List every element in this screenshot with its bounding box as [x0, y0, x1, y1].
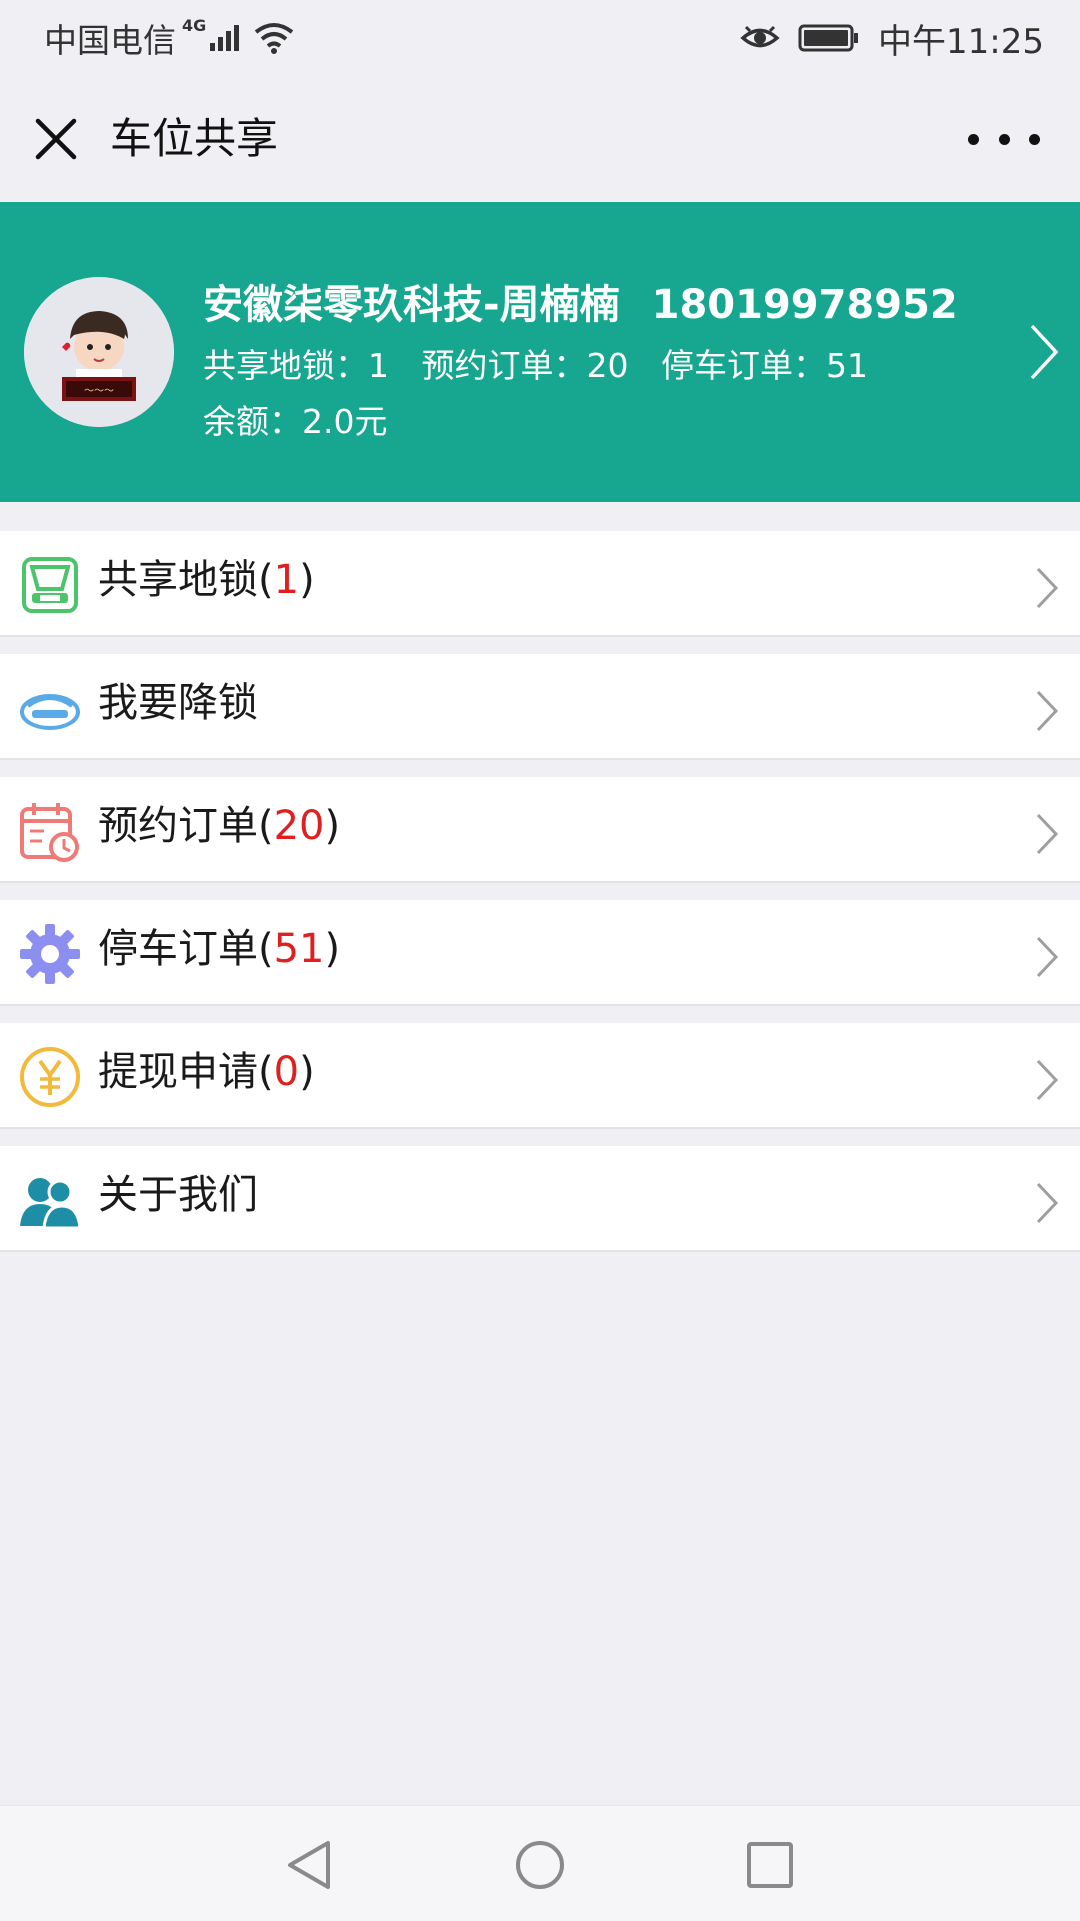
chevron-right-icon — [1036, 690, 1059, 732]
menu-label-text: 停车订单 — [98, 926, 258, 972]
profile-card[interactable]: ～～～ 安徽柒零玖科技-周楠楠 18019978952 共享地锁：1 预约订单：2… — [0, 202, 1080, 502]
gear-icon — [20, 924, 80, 984]
profile-phone: 18019978952 — [651, 282, 958, 328]
floor-lock-icon — [22, 557, 78, 613]
stat-reserve-value: 20 — [586, 346, 629, 385]
eye-icon — [740, 25, 780, 48]
calendar-clock-icon — [20, 803, 79, 862]
menu-item-about-us[interactable]: 关于我们 — [0, 1146, 1080, 1252]
back-icon[interactable] — [284, 1839, 336, 1891]
menu-item-reservations[interactable]: 预约订单(20) — [0, 777, 1080, 883]
avatar-cartoon-icon: ～～～ — [24, 277, 174, 427]
carrier-name: 中国电信 — [44, 21, 176, 60]
stat-parking-label: 停车订单： — [661, 346, 826, 385]
menu-item-label: 共享地锁(1) — [98, 557, 315, 603]
nav-bar: 车位共享 — [0, 76, 1080, 202]
profile-chevron-right-icon[interactable] — [1026, 320, 1062, 384]
profile-stats: 共享地锁：1 预约订单：20 停车订单：51 — [203, 342, 868, 390]
chevron-right-icon — [1036, 1182, 1059, 1224]
menu-item-withdraw[interactable]: 提现申请(0) — [0, 1023, 1080, 1129]
menu-item-count: 0 — [273, 1049, 300, 1095]
profile-name: 安徽柒零玖科技-周楠楠 — [203, 282, 620, 328]
chevron-right-icon — [1036, 813, 1059, 855]
recent-apps-icon[interactable] — [744, 1839, 796, 1891]
page-title: 车位共享 — [110, 114, 279, 163]
balance-value: 2.0元 — [302, 402, 388, 441]
close-icon[interactable] — [28, 111, 84, 167]
yen-coin-icon — [20, 1047, 80, 1107]
svg-text:～～～: ～～～ — [84, 386, 114, 397]
status-left: 中国电信 4G — [44, 14, 296, 62]
chevron-right-icon — [1036, 567, 1059, 609]
stat-locks-value: 1 — [368, 346, 389, 385]
home-icon[interactable] — [514, 1839, 566, 1891]
menu-item-parking-orders[interactable]: 停车订单(51) — [0, 900, 1080, 1006]
lower-lock-icon — [20, 694, 80, 730]
more-dot-icon — [1029, 133, 1040, 145]
menu-item-count: 51 — [273, 926, 325, 972]
stat-reserve-label: 预约订单： — [421, 346, 587, 385]
profile-name-line: 安徽柒零玖科技-周楠楠 18019978952 — [203, 277, 958, 333]
stat-parking-value: 51 — [826, 346, 868, 385]
menu-item-label: 我要降锁 — [98, 680, 258, 726]
battery-icon — [798, 24, 859, 52]
signal-icon — [210, 25, 240, 51]
menu-item-count: 20 — [273, 803, 325, 849]
menu-item-label: 提现申请(0) — [98, 1049, 315, 1095]
chevron-right-icon — [1036, 936, 1059, 978]
status-time: 中午11:25 — [878, 21, 1044, 62]
stat-locks-label: 共享地锁： — [203, 346, 368, 385]
network-type: 4G — [182, 16, 207, 35]
profile-balance: 余额：2.0元 — [203, 398, 387, 446]
system-nav-bar — [0, 1805, 1080, 1921]
menu-item-count: 1 — [273, 557, 300, 603]
menu-label-text: 提现申请 — [98, 1049, 258, 1095]
menu-item-label: 关于我们 — [98, 1172, 258, 1218]
menu-item-share-lock[interactable]: 共享地锁(1) — [0, 531, 1080, 637]
more-menu-button[interactable] — [968, 116, 1040, 162]
menu-label-text: 预约订单 — [98, 803, 258, 849]
menu-item-lower-lock[interactable]: 我要降锁 — [0, 654, 1080, 760]
menu-item-label: 预约订单(20) — [98, 803, 341, 849]
status-bar: 中国电信 4G 中午11:25 — [0, 0, 1080, 76]
menu-item-label: 停车订单(51) — [98, 926, 341, 972]
menu-label-text: 共享地锁 — [98, 557, 258, 603]
chevron-right-icon — [1036, 1059, 1059, 1101]
more-dot-icon — [968, 133, 979, 145]
more-dot-icon — [998, 133, 1010, 145]
users-icon — [20, 1178, 82, 1230]
wifi-icon — [255, 23, 294, 54]
avatar[interactable]: ～～～ — [24, 277, 174, 427]
balance-label: 余额： — [203, 402, 302, 441]
status-right: 中午11:25 — [740, 14, 1044, 62]
